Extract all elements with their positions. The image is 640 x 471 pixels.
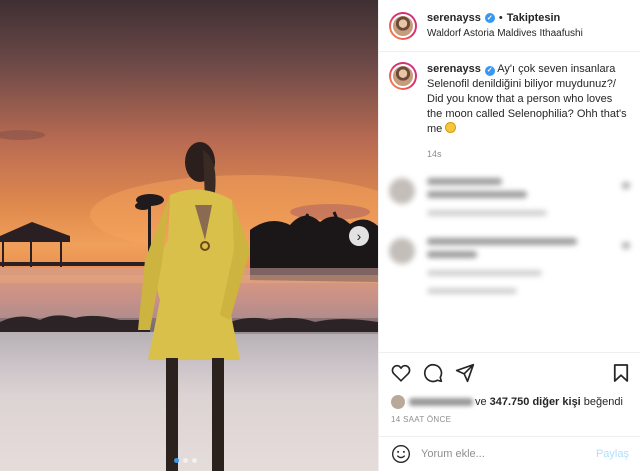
location-link[interactable]: Waldorf Astoria Maldives Ithaafushi — [427, 26, 583, 41]
avatar[interactable] — [389, 11, 417, 40]
likes-prefix: ve — [475, 396, 487, 408]
heart-icon[interactable] — [391, 364, 411, 382]
liked-by-user[interactable] — [409, 398, 473, 406]
smiley-emoji-icon — [445, 122, 457, 133]
chevron-right-icon: › — [356, 228, 362, 244]
carousel-dot — [183, 458, 188, 463]
add-comment-bar: Paylaş — [379, 436, 640, 471]
caption-time: 14s — [427, 149, 442, 159]
likes-summary: ve 347.750 diğer kişi beğendi — [391, 395, 629, 409]
instagram-post: › serenayss ✓ • Takiptesin Waldorf Astor… — [0, 0, 640, 471]
emoji-picker-icon[interactable] — [391, 444, 411, 464]
carousel-dot — [192, 458, 197, 463]
comments-section: serenayss ✓ Ay'ı çok seven insanlara Sele… — [379, 52, 640, 352]
heart-icon[interactable] — [622, 242, 630, 249]
username-link[interactable]: serenayss — [427, 11, 481, 26]
post-side-panel: serenayss ✓ • Takiptesin Waldorf Astoria… — [378, 0, 640, 471]
post-photo[interactable]: › — [0, 0, 378, 471]
post-actions: ve 347.750 diğer kişi beğendi 14 SAAT ÖN… — [379, 352, 640, 424]
post-timestamp: 14 SAAT ÖNCE — [391, 415, 452, 424]
verified-badge-icon: ✓ — [484, 13, 495, 23]
caption: serenayss ✓ Ay'ı çok seven insanlara Sele… — [389, 62, 630, 162]
likes-count-link[interactable]: 347.750 diğer kişi — [490, 396, 581, 408]
carousel-indicator — [174, 458, 197, 463]
verified-badge-icon: ✓ — [484, 65, 495, 76]
avatar[interactable] — [391, 395, 405, 409]
next-slide-button[interactable]: › — [349, 226, 369, 246]
comment-input[interactable] — [421, 448, 596, 460]
follow-status-button[interactable]: Takiptesin — [507, 11, 561, 26]
comment-icon[interactable] — [423, 363, 443, 383]
carousel-dot — [174, 458, 179, 463]
list-item — [389, 238, 630, 300]
likes-suffix: beğendi — [583, 396, 623, 408]
share-send-icon[interactable] — [455, 363, 475, 383]
post-comment-button[interactable]: Paylaş — [596, 448, 629, 460]
bookmark-icon[interactable] — [613, 363, 629, 383]
sunset-scene — [0, 130, 378, 471]
list-item — [389, 178, 630, 222]
heart-icon[interactable] — [622, 182, 630, 189]
separator-dot: • — [498, 11, 503, 24]
caption-username[interactable]: serenayss — [427, 63, 481, 75]
post-header: serenayss ✓ • Takiptesin Waldorf Astoria… — [379, 0, 640, 52]
caption-avatar[interactable] — [389, 62, 417, 90]
